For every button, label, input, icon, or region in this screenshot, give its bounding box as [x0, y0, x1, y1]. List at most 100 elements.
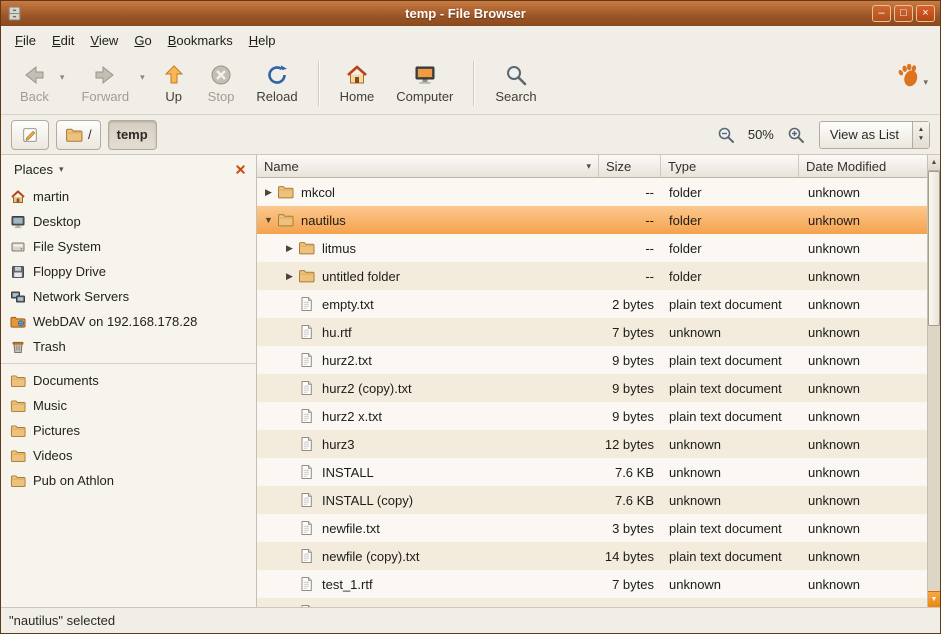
zoom-out-button[interactable] — [714, 123, 738, 147]
reload-button[interactable]: Reload — [245, 56, 308, 111]
zoom-in-button[interactable] — [784, 123, 808, 147]
file-row[interactable]: empty.txt2 bytesplain text documentunkno… — [257, 290, 927, 318]
file-row[interactable]: newfile.txt3 bytesplain text documentunk… — [257, 514, 927, 542]
sidebar-item-file-system[interactable]: File System — [1, 234, 256, 259]
sidebar-item-martin[interactable]: martin — [1, 184, 256, 209]
menu-edit[interactable]: Edit — [44, 29, 82, 52]
close-button[interactable]: × — [916, 5, 935, 22]
search-button[interactable]: Search — [484, 56, 547, 111]
toolbar-button-label: Forward — [81, 89, 129, 104]
file-row[interactable]: hurz312 bytesunknownunknown — [257, 430, 927, 458]
forward-icon — [93, 63, 117, 87]
file-size: 2 bytes — [599, 297, 661, 312]
sidebar-item-music[interactable]: Music — [1, 393, 256, 418]
file-size: 7.6 KB — [599, 465, 661, 480]
path-button-temp[interactable]: temp — [108, 120, 157, 150]
file-row[interactable]: ▼nautilus--folderunknown — [257, 206, 927, 234]
home-button[interactable]: Home — [329, 56, 386, 111]
sidebar-item-trash[interactable]: Trash — [1, 334, 256, 359]
reload-icon — [265, 63, 289, 87]
file-name-cell: untitled folder (2) — [257, 598, 599, 607]
file-name-cell: newfile.txt — [257, 514, 599, 542]
file-row[interactable]: untitled folder (2)1.7 KBunknownunknown — [257, 598, 927, 607]
file-name-cell: hurz2 x.txt — [257, 402, 599, 430]
view-selector-stepper[interactable]: ▲▼ — [912, 122, 929, 148]
sidebar-item-label: martin — [33, 189, 69, 204]
file-size: -- — [599, 269, 661, 284]
expander-icon[interactable]: ▶ — [262, 187, 275, 198]
file-row[interactable]: hurz2 (copy).txt9 bytesplain text docume… — [257, 374, 927, 402]
scrollbar-thumb[interactable] — [928, 171, 940, 326]
places-dropdown[interactable]: Places ▾ — [8, 159, 70, 180]
sidebar-item-floppy-drive[interactable]: Floppy Drive — [1, 259, 256, 284]
menu-file[interactable]: File — [7, 29, 44, 52]
toggle-location-entry-button[interactable] — [11, 120, 49, 150]
menu-go[interactable]: Go — [126, 29, 159, 52]
column-header-size[interactable]: Size — [599, 155, 661, 178]
path-button-root[interactable]: / — [56, 120, 101, 150]
file-row[interactable]: hurz2 x.txt9 bytesplain text documentunk… — [257, 402, 927, 430]
column-header-type[interactable]: Type — [661, 155, 799, 178]
menu-bookmarks[interactable]: Bookmarks — [160, 29, 241, 52]
file-name-cell: ▶mkcol — [257, 178, 599, 206]
sidebar-item-pictures[interactable]: Pictures — [1, 418, 256, 443]
menu-view[interactable]: View — [82, 29, 126, 52]
file-row[interactable]: ▶mkcol--folderunknown — [257, 178, 927, 206]
expander-icon[interactable]: ▼ — [262, 215, 275, 225]
up-icon — [162, 63, 186, 87]
folder-icon — [10, 423, 26, 439]
up-button[interactable]: Up — [151, 56, 197, 111]
toolbar-separator — [318, 61, 320, 106]
file-type: folder — [661, 269, 799, 284]
file-type: plain text document — [661, 521, 799, 536]
gnome-menu-button[interactable]: ▾ — [891, 56, 932, 111]
file-row[interactable]: newfile (copy).txt14 bytesplain text doc… — [257, 542, 927, 570]
expander-icon[interactable]: ▶ — [283, 271, 296, 282]
file-name-cell: hurz3 — [257, 430, 599, 458]
column-header-name[interactable]: Name ▾ — [257, 155, 599, 178]
file-type: plain text document — [661, 353, 799, 368]
file-name-cell: hu.rtf — [257, 318, 599, 346]
file-size: -- — [599, 185, 661, 200]
file-type: unknown — [661, 465, 799, 480]
file-name: INSTALL (copy) — [322, 493, 413, 508]
sidebar-item-network-servers[interactable]: Network Servers — [1, 284, 256, 309]
file-row[interactable]: hu.rtf7 bytesunknownunknown — [257, 318, 927, 346]
column-header-date-modified[interactable]: Date Modified — [799, 155, 927, 178]
view-selector[interactable]: View as List ▲▼ — [819, 121, 930, 149]
sidebar-item-desktop[interactable]: Desktop — [1, 209, 256, 234]
computer-button[interactable]: Computer — [385, 56, 464, 111]
sidebar-item-videos[interactable]: Videos — [1, 443, 256, 468]
file-icon — [298, 380, 315, 396]
file-name-cell: ▶untitled folder — [257, 262, 599, 290]
file-row[interactable]: INSTALL7.6 KBunknownunknown — [257, 458, 927, 486]
file-size: 9 bytes — [599, 381, 661, 396]
titlebar[interactable]: temp - File Browser – □ × — [1, 1, 940, 26]
sidebar-item-pub-on-athlon[interactable]: Pub on Athlon — [1, 468, 256, 493]
file-row[interactable]: ▶untitled folder--folderunknown — [257, 262, 927, 290]
file-row[interactable]: hurz2.txt9 bytesplain text documentunkno… — [257, 346, 927, 374]
sidebar-item-webdav-on-192-168-178-28[interactable]: WebDAV on 192.168.178.28 — [1, 309, 256, 334]
folder-icon — [298, 268, 315, 284]
path-button-label: temp — [117, 127, 148, 142]
column-headers: Name ▾ Size Type Date Modified — [257, 155, 927, 178]
file-row[interactable]: INSTALL (copy)7.6 KBunknownunknown — [257, 486, 927, 514]
file-name-cell: ▼nautilus — [257, 206, 599, 234]
column-label: Date Modified — [806, 159, 886, 174]
sidebar-item-label: Trash — [33, 339, 66, 354]
file-type: folder — [661, 213, 799, 228]
sidebar-item-documents[interactable]: Documents — [1, 368, 256, 393]
file-row[interactable]: ▶litmus--folderunknown — [257, 234, 927, 262]
scroll-up-button[interactable]: ▲ — [928, 155, 940, 171]
vertical-scrollbar[interactable]: ▲ ▼ — [927, 155, 940, 607]
menu-help[interactable]: Help — [241, 29, 284, 52]
file-icon — [298, 408, 315, 424]
file-row[interactable]: test_1.rtf7 bytesunknownunknown — [257, 570, 927, 598]
toolbar-separator — [473, 61, 475, 106]
scroll-down-button[interactable]: ▼ — [928, 591, 940, 607]
close-sidebar-button[interactable] — [231, 161, 249, 179]
maximize-button[interactable]: □ — [894, 5, 913, 22]
network-icon — [10, 289, 26, 305]
expander-icon[interactable]: ▶ — [283, 243, 296, 254]
minimize-button[interactable]: – — [872, 5, 891, 22]
